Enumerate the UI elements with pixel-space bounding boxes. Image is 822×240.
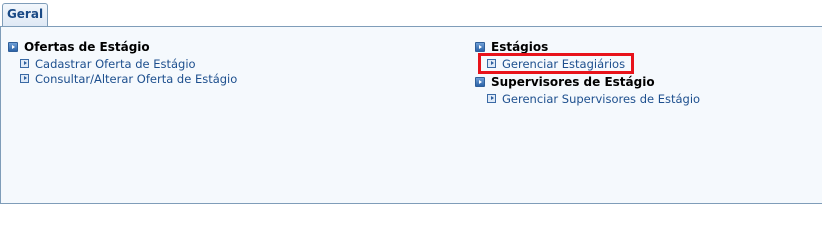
play-square-icon xyxy=(475,77,485,87)
section-title-text: Ofertas de Estágio xyxy=(24,40,150,54)
menu-item-label: Gerenciar Estagiários xyxy=(502,56,626,71)
play-outline-icon xyxy=(487,59,496,68)
tab-panel-geral: Ofertas de Estágio Cadastrar Oferta de E… xyxy=(0,26,822,204)
menu-item-label: Gerenciar Supervisores de Estágio xyxy=(502,91,701,106)
section-title-text: Estágios xyxy=(491,40,549,54)
play-outline-icon xyxy=(20,74,29,83)
tab-geral[interactable]: Geral xyxy=(2,3,48,26)
right-column: Estágios Gerenciar Estagiários Superviso… xyxy=(475,39,700,106)
play-square-icon xyxy=(8,42,18,52)
menu-item-label: Cadastrar Oferta de Estágio xyxy=(35,56,196,71)
left-column: Ofertas de Estágio Cadastrar Oferta de E… xyxy=(8,39,237,86)
menu-item-label: Consultar/Alterar Oferta de Estágio xyxy=(35,71,238,86)
section-ofertas-de-estagio: Ofertas de Estágio xyxy=(8,39,237,55)
menu-item-cadastrar-oferta[interactable]: Cadastrar Oferta de Estágio xyxy=(20,56,237,71)
play-square-icon xyxy=(475,42,485,52)
play-outline-icon xyxy=(487,94,496,103)
section-estagios: Estágios xyxy=(475,39,700,55)
play-outline-icon xyxy=(20,59,29,68)
tab-bar: Geral xyxy=(0,0,822,26)
menu-item-gerenciar-estagiarios[interactable]: Gerenciar Estagiários xyxy=(487,56,700,71)
menu-item-consultar-alterar-oferta[interactable]: Consultar/Alterar Oferta de Estágio xyxy=(20,71,237,86)
section-supervisores-de-estagio: Supervisores de Estágio xyxy=(475,74,700,90)
page-root: Geral Ofertas de Estágio Cadastrar Ofert… xyxy=(0,0,822,204)
menu-item-gerenciar-supervisores[interactable]: Gerenciar Supervisores de Estágio xyxy=(487,91,700,106)
section-title-text: Supervisores de Estágio xyxy=(491,75,655,89)
